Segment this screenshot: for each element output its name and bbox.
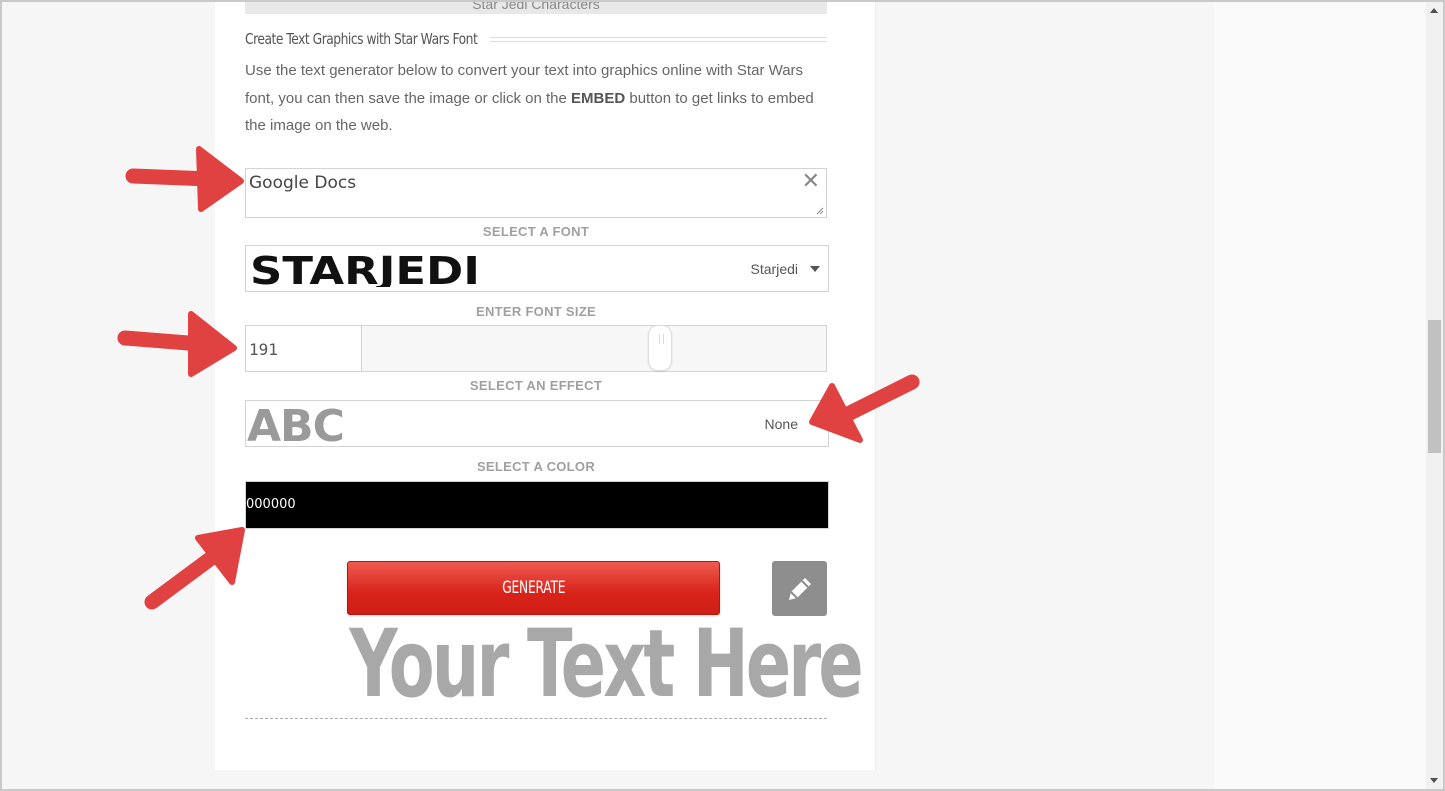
intro-embed-emphasis: EMBED <box>571 89 626 107</box>
heading-rule <box>490 36 827 42</box>
section-title: Create Text Graphics with Star Wars Font <box>245 30 478 48</box>
pencil-icon <box>788 577 811 600</box>
generate-button[interactable]: GENERATE <box>347 561 720 615</box>
font-size-slider[interactable] <box>361 325 827 372</box>
effect-select[interactable]: ABC None <box>245 400 829 452</box>
edit-button[interactable] <box>772 561 827 616</box>
generate-button-label: GENERATE <box>501 578 566 598</box>
right-background <box>1214 0 1426 791</box>
font-label: SELECT A FONT <box>482 224 590 239</box>
resize-grip-icon[interactable] <box>816 207 824 215</box>
color-label: SELECT A COLOR <box>476 459 596 474</box>
annotation-arrow-icon <box>144 527 245 610</box>
font-selected-value: Starjedi <box>750 261 798 277</box>
text-input[interactable]: Google Docs ✕ <box>245 168 827 218</box>
font-size-label: ENTER FONT SIZE <box>475 304 597 319</box>
section-heading: Create Text Graphics with Star Wars Font <box>245 28 827 50</box>
previous-section-button[interactable]: Star Jedi Characters <box>245 0 827 14</box>
font-preview-text: STARJEDI <box>250 253 480 287</box>
slider-handle[interactable] <box>648 325 672 371</box>
color-picker-field[interactable]: 000000 <box>245 481 829 529</box>
color-value: 000000 <box>246 497 296 512</box>
preview-image: Your Text Here <box>245 615 863 715</box>
font-preview: STARJEDI <box>250 253 480 287</box>
font-size-input[interactable]: 191 <box>245 325 362 372</box>
vertical-scrollbar[interactable] <box>1426 2 1443 789</box>
scroll-up-icon[interactable] <box>1430 8 1438 13</box>
font-select[interactable]: STARJEDI Starjedi <box>245 245 829 292</box>
previous-section-label: Star Jedi Characters <box>472 0 600 12</box>
effect-preview: ABC <box>247 401 345 452</box>
annotation-arrow-icon <box>809 374 920 443</box>
effect-selected-value: None <box>764 416 798 432</box>
annotation-arrow-icon <box>125 146 244 212</box>
preview-divider <box>245 718 827 719</box>
font-size-value: 191 <box>249 340 278 359</box>
intro-paragraph: Use the text generator below to convert … <box>245 57 835 140</box>
close-icon[interactable]: ✕ <box>802 169 820 193</box>
effect-label: SELECT AN EFFECT <box>469 378 603 393</box>
annotation-arrow-icon <box>117 311 237 377</box>
scrollbar-thumb[interactable] <box>1428 320 1441 453</box>
preview-text: Your Text Here <box>349 610 863 719</box>
scroll-down-icon[interactable] <box>1430 778 1438 783</box>
text-input-value: Google Docs <box>249 173 357 193</box>
chevron-down-icon <box>810 266 820 272</box>
